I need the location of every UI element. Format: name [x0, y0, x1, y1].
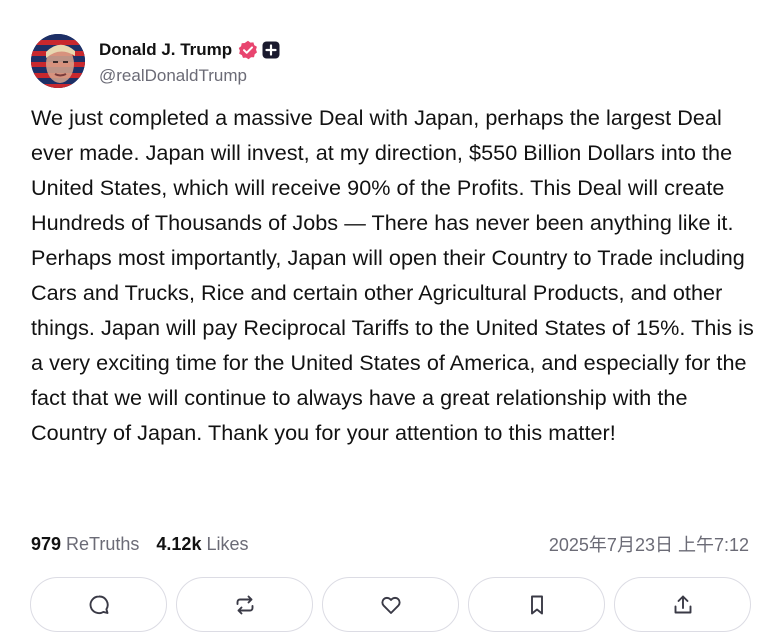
post-timestamp[interactable]: 2025年7月23日 上午7:12: [549, 531, 749, 557]
like-button[interactable]: [322, 577, 459, 632]
post-card: Donald J. Trump @realDonaldTrump We just…: [0, 0, 767, 641]
post-text: We just completed a massive Deal with Ja…: [31, 105, 754, 445]
verified-badge-icon: [238, 40, 258, 60]
author-display-name[interactable]: Donald J. Trump: [99, 40, 232, 60]
bookmark-icon: [530, 595, 543, 614]
likes-stat[interactable]: 4.12k Likes: [156, 534, 248, 555]
retruths-count: 979: [31, 533, 62, 554]
retruth-icon: [236, 595, 253, 614]
truth-plus-icon: [262, 41, 280, 59]
author-handle[interactable]: @realDonaldTrump: [99, 66, 280, 86]
comment-icon: [89, 595, 109, 614]
retruths-label: ReTruths: [66, 533, 140, 554]
likes-label: Likes: [206, 533, 249, 554]
share-button[interactable]: [614, 577, 751, 632]
retruths-stat[interactable]: 979 ReTruths: [31, 534, 139, 555]
avatar[interactable]: [31, 34, 85, 88]
post-stats: 979 ReTruths 4.12k Likes 2025年7月23日 上午7:12: [31, 531, 749, 557]
retruth-button[interactable]: [176, 577, 313, 632]
reply-button[interactable]: [30, 577, 167, 632]
share-icon: [674, 595, 691, 613]
post-actions: [30, 577, 751, 632]
heart-icon: [380, 596, 401, 614]
likes-count: 4.12k: [156, 533, 202, 554]
bookmark-button[interactable]: [468, 577, 605, 632]
post-header: Donald J. Trump @realDonaldTrump: [31, 34, 280, 88]
